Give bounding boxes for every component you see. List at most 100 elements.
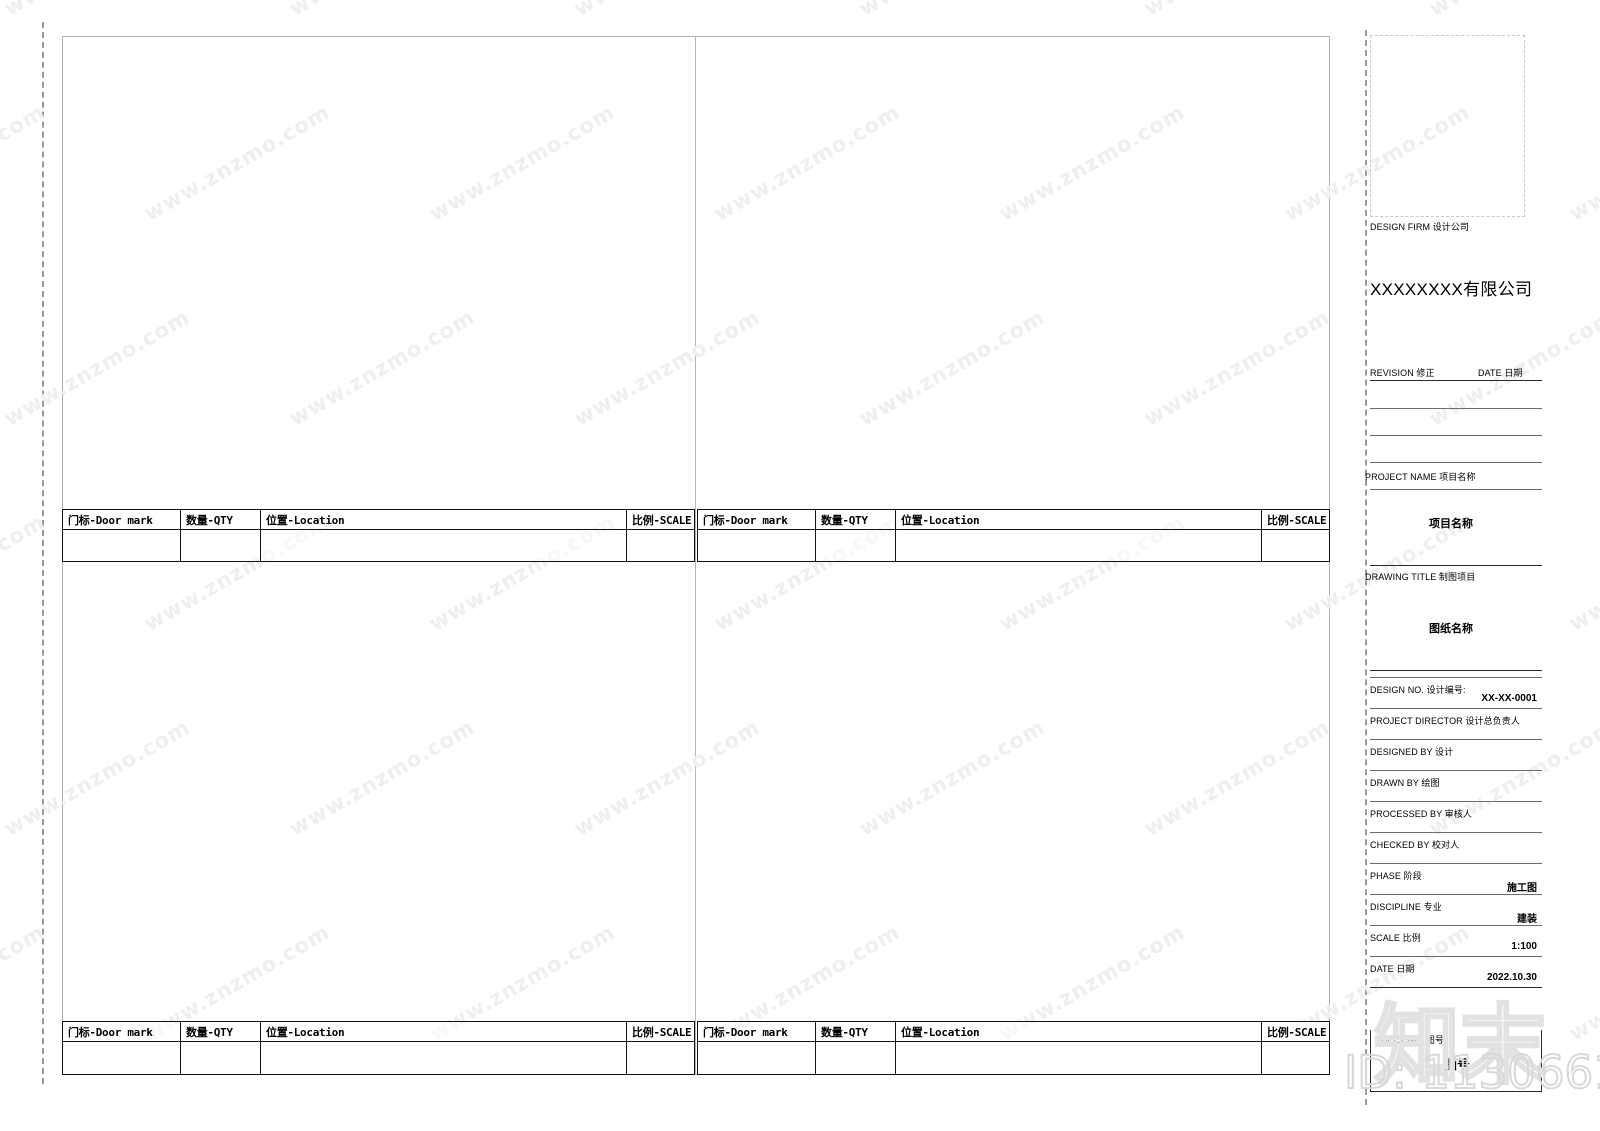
drawing-title-rule: [1370, 670, 1542, 671]
watermark-text: www.znzmo.com: [285, 1125, 479, 1131]
cell-location: [896, 1042, 1262, 1074]
sheet-number-value: 图号: [1443, 1057, 1470, 1072]
watermark-text: www.znzmo.com: [0, 1125, 194, 1131]
drawing-title-value: 图纸名称: [1429, 623, 1473, 635]
watermark-text: www.znzmo.com: [570, 1125, 764, 1131]
title-field-rule-8: [1370, 925, 1542, 926]
title-field-rule-5: [1370, 832, 1542, 833]
column-header-door-mark: 门标-Door mark: [63, 510, 181, 529]
watermark-text: www.znzmo.com: [1565, 509, 1600, 636]
column-header-scale: 比例-SCALE: [632, 1025, 692, 1039]
title-field-label-4: PROCESSED BY 审核人: [1370, 809, 1472, 819]
drawing-title-label: DRAWING TITLE 制图项目: [1365, 572, 1476, 582]
column-header-qty: 数量-QTY: [181, 1022, 261, 1041]
revision-row-3[interactable]: [1370, 462, 1542, 463]
column-header-location: 位置-Location: [896, 510, 1262, 529]
revision-row-4[interactable]: [1370, 489, 1542, 490]
title-block: DESIGN FIRM 设计公司 XXXXXXXX有限公司 REVISION 修…: [1365, 30, 1545, 1100]
title-field-label-5: CHECKED BY 校对人: [1370, 840, 1460, 850]
door-schedule-table-bottom-right: 门标-Door mark 数量-QTY 位置-Location 比例-SCALE: [697, 1021, 1330, 1075]
revision-date-label: DATE 日期: [1478, 368, 1523, 378]
column-header-scale: 比例-SCALE: [632, 513, 692, 527]
title-field-rule-3: [1370, 770, 1542, 771]
cell-qty: [816, 530, 896, 561]
revision-label: REVISION 修正: [1370, 368, 1435, 378]
title-field-label-2: DESIGNED BY 设计: [1370, 747, 1454, 757]
title-field-value-7[interactable]: 建装: [1365, 910, 1537, 925]
fold-guide-left: [42, 22, 44, 1084]
cell-door-mark: [63, 1042, 181, 1074]
project-name-rule: [1370, 565, 1542, 566]
title-field-label-1: PROJECT DIRECTOR 设计总负责人: [1370, 716, 1520, 726]
title-field-value-9[interactable]: 2022.10.30: [1365, 972, 1537, 983]
column-header-location: 位置-Location: [261, 510, 627, 529]
title-field-value-6[interactable]: 施工图: [1365, 879, 1537, 894]
cell-scale: [1262, 530, 1329, 561]
sheet-number-label: SHEET NO. 图号: [1375, 1035, 1444, 1045]
column-header-qty: 数量-QTY: [816, 510, 896, 529]
table-header-row: 门标-Door mark 数量-QTY 位置-Location 比例-SCALE: [698, 1022, 1329, 1042]
column-header-scale: 比例-SCALE: [1267, 1025, 1327, 1039]
watermark-text: www.znzmo.com: [1565, 919, 1600, 1046]
column-header-scale: 比例-SCALE: [1267, 513, 1327, 527]
title-field-rule-9: [1370, 956, 1542, 957]
revision-row-1[interactable]: [1370, 408, 1542, 409]
watermark-text: www.znzmo.com: [0, 0, 194, 21]
sheet-number-box: SHEET NO. 图号 图号: [1370, 1030, 1542, 1092]
watermark-text: www.znzmo.com: [855, 1125, 1049, 1131]
title-field-rule-2: [1370, 739, 1542, 740]
cell-location: [261, 1042, 627, 1074]
column-header-qty: 数量-QTY: [181, 510, 261, 529]
title-field-rule-1: [1370, 708, 1542, 709]
cell-scale: [1262, 1042, 1329, 1074]
table-header-row: 门标-Door mark 数量-QTY 位置-Location 比例-SCALE: [63, 1022, 694, 1042]
watermark-text: www.znzmo.com: [570, 0, 764, 21]
table-header-row: 门标-Door mark 数量-QTY 位置-Location 比例-SCALE: [698, 510, 1329, 530]
column-header-door-mark: 门标-Door mark: [698, 510, 816, 529]
table-row: [63, 1042, 694, 1074]
title-field-rule-4: [1370, 801, 1542, 802]
cell-qty: [181, 530, 261, 561]
cell-location: [896, 530, 1262, 561]
title-fields-end-rule: [1370, 987, 1542, 988]
cell-qty: [816, 1042, 896, 1074]
column-header-door-mark: 门标-Door mark: [698, 1022, 816, 1041]
title-field-rule-7: [1370, 894, 1542, 895]
column-header-location: 位置-Location: [896, 1022, 1262, 1041]
watermark-text: www.znzmo.com: [1565, 99, 1600, 226]
cad-drawing-sheet: www.znzmo.com www.znzmo.com www.znzmo.com w…: [0, 0, 1600, 1131]
title-field-rule-6: [1370, 863, 1542, 864]
title-field-label-3: DRAWN BY 绘图: [1370, 778, 1440, 788]
cell-scale: [627, 1042, 694, 1074]
cell-door-mark: [63, 530, 181, 561]
design-firm-label: DESIGN FIRM 设计公司: [1370, 222, 1470, 232]
table-row: [698, 1042, 1329, 1074]
watermark-text: www.znzmo.com: [1140, 1125, 1334, 1131]
door-schedule-table-top-left: 门标-Door mark 数量-QTY 位置-Location 比例-SCALE: [62, 509, 695, 562]
company-logo-placeholder: [1370, 35, 1525, 217]
quadrant-divider-vertical: [695, 36, 696, 1075]
column-header-door-mark: 门标-Door mark: [63, 1022, 181, 1041]
door-schedule-table-bottom-left: 门标-Door mark 数量-QTY 位置-Location 比例-SCALE: [62, 1021, 695, 1075]
title-field-value-8[interactable]: 1:100: [1365, 941, 1537, 952]
column-header-qty: 数量-QTY: [816, 1022, 896, 1041]
door-schedule-table-top-right: 门标-Door mark 数量-QTY 位置-Location 比例-SCALE: [697, 509, 1330, 562]
table-header-row: 门标-Door mark 数量-QTY 位置-Location 比例-SCALE: [63, 510, 694, 530]
company-name: XXXXXXXX有限公司: [1370, 280, 1533, 299]
column-header-location: 位置-Location: [261, 1022, 627, 1041]
watermark-text: www.znzmo.com: [855, 0, 1049, 21]
cell-door-mark: [698, 1042, 816, 1074]
watermark-text: www.znzmo.com: [285, 0, 479, 21]
watermark-text: www.znzmo.com: [1140, 0, 1334, 21]
project-name-label: PROJECT NAME 项目名称: [1365, 472, 1476, 482]
cell-scale: [627, 530, 694, 561]
cell-qty: [181, 1042, 261, 1074]
cell-location: [261, 530, 627, 561]
project-name-value: 项目名称: [1429, 518, 1473, 530]
revision-row-2[interactable]: [1370, 435, 1542, 436]
cell-door-mark: [698, 530, 816, 561]
watermark-text: www.znzmo.com: [1425, 1125, 1600, 1131]
table-row: [698, 530, 1329, 561]
title-field-value-0[interactable]: XX-XX-0001: [1365, 693, 1537, 704]
title-field-rule-0: [1370, 677, 1542, 678]
